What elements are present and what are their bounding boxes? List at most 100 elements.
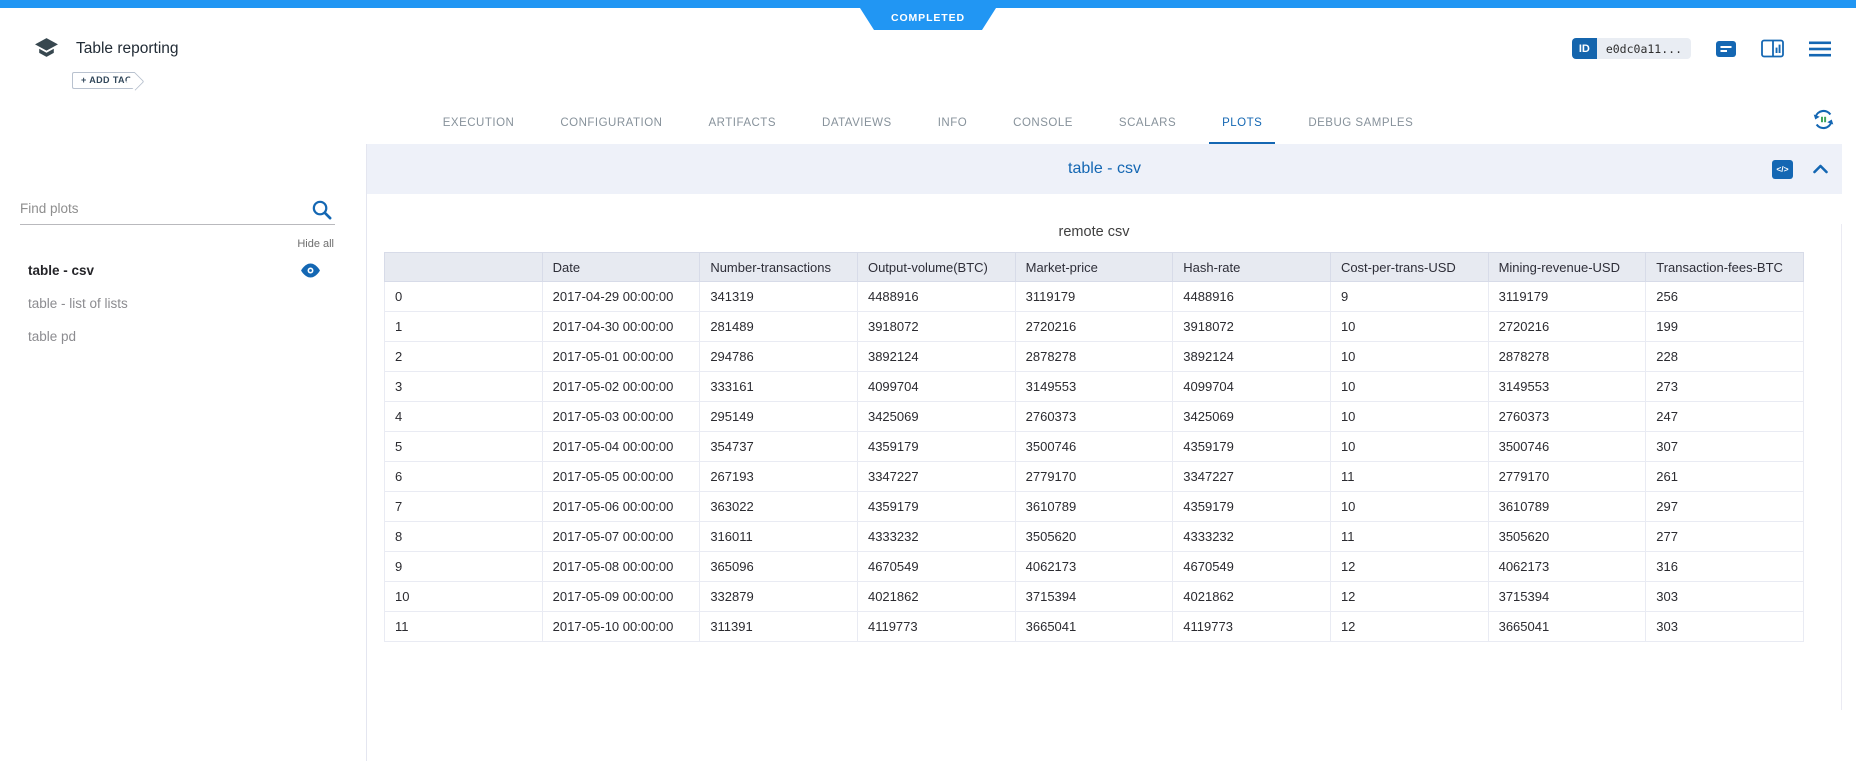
app-root: COMPLETED Table reporting + ADD TAG ID e… [0, 0, 1856, 761]
plot-item-label: table - csv [28, 263, 94, 278]
table-cell: 10 [1330, 372, 1488, 402]
tab-info[interactable]: INFO [915, 103, 990, 144]
table-cell: 2760373 [1488, 402, 1646, 432]
tab-debug-samples[interactable]: DEBUG SAMPLES [1285, 103, 1436, 144]
table-cell: 3505620 [1015, 522, 1173, 552]
table-cell: 2017-05-07 00:00:00 [542, 522, 700, 552]
table-cell: 4488916 [1173, 282, 1331, 312]
status-banner: COMPLETED [860, 8, 996, 30]
table-row: 32017-05-02 00:00:0033316140997043149553… [385, 372, 1804, 402]
table-head: DateNumber-transactionsOutput-volume(BTC… [385, 253, 1804, 282]
plot-header-actions: </> [1772, 144, 1828, 194]
table-cell: 2779170 [1488, 462, 1646, 492]
table-cell: 354737 [700, 432, 858, 462]
table-cell: 341319 [700, 282, 858, 312]
table-cell: 3665041 [1015, 612, 1173, 642]
plot-list-item-table-csv[interactable]: table - csv [0, 254, 366, 287]
table-cell: 4062173 [1015, 552, 1173, 582]
table-cell: 3119179 [1488, 282, 1646, 312]
table-cell: 4 [385, 402, 543, 432]
eye-icon[interactable] [300, 263, 321, 278]
table-cell: 4359179 [1173, 432, 1331, 462]
tab-artifacts[interactable]: ARTIFACTS [685, 103, 799, 144]
table-cell: 4670549 [1173, 552, 1331, 582]
comments-icon[interactable] [1715, 39, 1737, 59]
tab-configuration[interactable]: CONFIGURATION [537, 103, 685, 144]
experiment-type-icon [33, 35, 60, 65]
table-cell: 363022 [700, 492, 858, 522]
table-cell: 4021862 [1173, 582, 1331, 612]
menu-icon[interactable] [1808, 40, 1832, 58]
table-cell: 4119773 [1173, 612, 1331, 642]
table-cell: 10 [1330, 492, 1488, 522]
table-cell: 3500746 [1488, 432, 1646, 462]
tab-plots[interactable]: PLOTS [1199, 103, 1285, 144]
table-cell: 4333232 [1173, 522, 1331, 552]
table-row: 82017-05-07 00:00:00316011 43332323505620… [385, 522, 1804, 552]
table-cell: 267193 [700, 462, 858, 492]
table-cell: 2017-05-09 00:00:00 [542, 582, 700, 612]
column-header: Transaction-fees-BTC [1646, 253, 1804, 282]
tab-console[interactable]: CONSOLE [990, 103, 1096, 144]
column-header: Number-transactions [700, 253, 858, 282]
header-actions: ID e0dc0a11... [1572, 38, 1832, 59]
table-cell: 307 [1646, 432, 1804, 462]
tab-scalars[interactable]: SCALARS [1096, 103, 1199, 144]
tab-bar: EXECUTIONCONFIGURATIONARTIFACTSDATAVIEWS… [0, 98, 1856, 144]
status-label: COMPLETED [891, 12, 965, 26]
table-cell: 3149553 [1015, 372, 1173, 402]
table-cell: 3500746 [1015, 432, 1173, 462]
table-cell: 261 [1646, 462, 1804, 492]
table-row: 62017-05-05 00:00:0026719333472272779170… [385, 462, 1804, 492]
table-cell: 12 [1330, 552, 1488, 582]
auto-refresh-icon[interactable] [1811, 107, 1836, 132]
plots-sidebar: Hide all table - csv table - list of list… [0, 144, 367, 761]
table-cell: 2760373 [1015, 402, 1173, 432]
id-value: e0dc0a11... [1597, 38, 1691, 59]
table-cell: 3149553 [1488, 372, 1646, 402]
plot-list-item-table-pd[interactable]: table pd [0, 320, 366, 353]
table-cell: 2017-05-02 00:00:00 [542, 372, 700, 402]
add-tag-button[interactable]: + ADD TAG [72, 72, 135, 89]
details-panel-icon[interactable] [1761, 39, 1784, 58]
table-cell: 4359179 [857, 432, 1015, 462]
table-cell: 11 [1330, 462, 1488, 492]
collapse-chevron-icon[interactable] [1813, 164, 1828, 174]
table-cell: 12 [1330, 582, 1488, 612]
table-row: 22017-05-01 00:00:0029478638921242878278… [385, 342, 1804, 372]
table-cell: 332879 [700, 582, 858, 612]
table-cell: 4670549 [857, 552, 1015, 582]
table-row: 42017-05-03 00:00:0029514934250692760373… [385, 402, 1804, 432]
hide-all-link[interactable]: Hide all [0, 238, 334, 250]
table-cell: 10 [1330, 402, 1488, 432]
table-row: 102017-05-09 00:00:003328794021862371539… [385, 582, 1804, 612]
search-icon[interactable] [310, 198, 333, 226]
table-header-row: DateNumber-transactionsOutput-volume(BTC… [385, 253, 1804, 282]
plot-body: remote csv DateNumber-transactionsOutput… [367, 224, 1842, 710]
table-cell: 8 [385, 522, 543, 552]
table-cell: 6 [385, 462, 543, 492]
table-cell: 2720216 [1015, 312, 1173, 342]
table-cell: 4359179 [857, 492, 1015, 522]
table-cell: 303 [1646, 612, 1804, 642]
tab-dataviews[interactable]: DATAVIEWS [799, 103, 915, 144]
table-cell: 199 [1646, 312, 1804, 342]
table-cell: 3892124 [857, 342, 1015, 372]
tab-execution[interactable]: EXECUTION [420, 103, 538, 144]
table-cell: 2878278 [1488, 342, 1646, 372]
table-cell: 7 [385, 492, 543, 522]
experiment-id-chip[interactable]: ID e0dc0a11... [1572, 38, 1691, 59]
column-header: Mining-revenue-USD [1488, 253, 1646, 282]
table-row: 92017-05-08 00:00:0036509646705494062173… [385, 552, 1804, 582]
id-badge: ID [1572, 38, 1597, 59]
table-cell: 4119773 [857, 612, 1015, 642]
table-cell: 3610789 [1488, 492, 1646, 522]
search-input[interactable] [20, 201, 335, 216]
embed-code-icon[interactable]: </> [1772, 160, 1793, 179]
table-cell: 316011 [700, 522, 858, 552]
table-cell: 9 [385, 552, 543, 582]
table-cell: 3610789 [1015, 492, 1173, 522]
plot-list-item-table-list-of-lists[interactable]: table - list of lists [0, 287, 366, 320]
table-cell: 0 [385, 282, 543, 312]
table-cell: 311391 [700, 612, 858, 642]
